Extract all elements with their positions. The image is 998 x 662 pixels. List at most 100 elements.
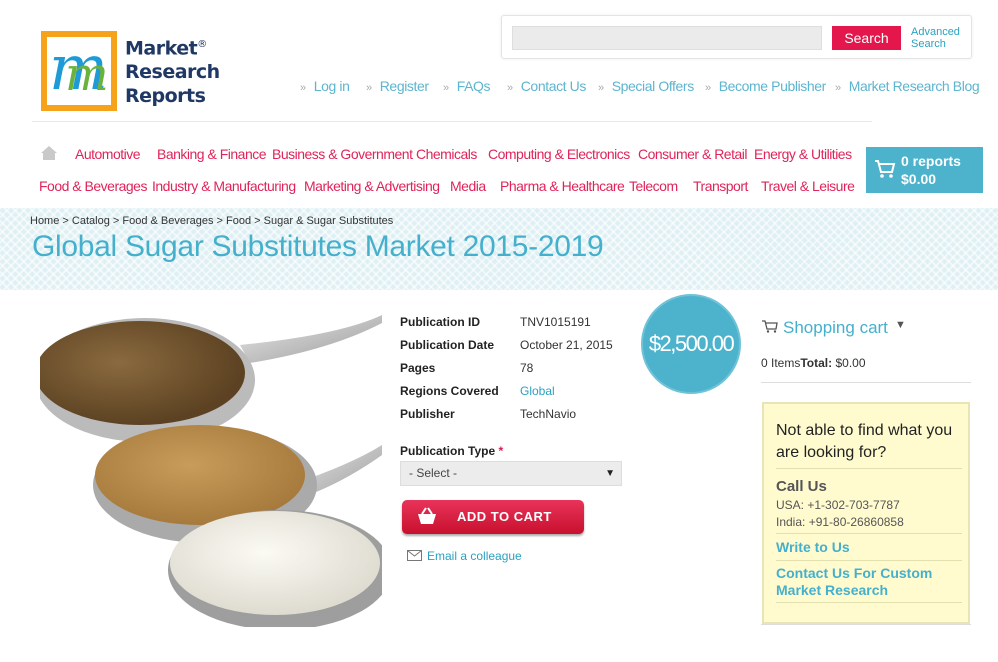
cart-icon [762, 320, 778, 333]
add-to-cart-label: ADD TO CART [457, 509, 552, 524]
sidebar-divider [761, 624, 971, 625]
breadcrumb-sep: > [109, 215, 123, 227]
required-mark: * [498, 444, 504, 458]
logo-line1: Market [125, 37, 198, 60]
detail-value: TNV1015191 [520, 315, 591, 329]
items-count: 0 Items [761, 356, 801, 370]
help-divider [776, 560, 962, 561]
logo-wordmark: Market® Research Reports [125, 33, 220, 108]
breadcrumb-sep: > [59, 215, 72, 227]
publication-type-select[interactable]: - Select - ▼ [400, 461, 622, 486]
faqs-link[interactable]: FAQs [443, 78, 491, 94]
custom-research-link[interactable]: Contact Us For Custom Market Research [776, 565, 966, 599]
nav-automotive[interactable]: Automotive [75, 146, 141, 162]
help-divider [776, 468, 962, 469]
write-to-us-link[interactable]: Write to Us [776, 539, 966, 556]
nav-banking-finance[interactable]: Banking & Finance [157, 146, 267, 162]
cart-icon [875, 160, 896, 178]
shopping-cart-title: Shopping cart [783, 318, 888, 337]
nav-pharma-healthcare[interactable]: Pharma & Healthcare [500, 178, 625, 194]
special-offers-link[interactable]: Special Offers [598, 78, 694, 94]
breadcrumb-sep: > [251, 215, 264, 227]
logo-letter-overlay: m [65, 47, 109, 101]
breadcrumb: Home > Catalog > Food & Beverages > Food… [30, 215, 393, 227]
blog-link[interactable]: Market Research Blog [835, 78, 980, 94]
advanced-search-link[interactable]: Advanced Search [911, 26, 971, 50]
region-link[interactable]: Global [520, 384, 555, 398]
nav-computing-electronics[interactable]: Computing & Electronics [488, 146, 630, 162]
publication-details: Publication ID TNV1015191 Publication Da… [400, 315, 640, 430]
nav-marketing-advertising[interactable]: Marketing & Advertising [304, 178, 440, 194]
detail-label: Publication Date [400, 338, 495, 352]
detail-value: October 21, 2015 [520, 338, 613, 352]
detail-value: 78 [520, 361, 534, 375]
detail-row: Publisher TechNavio [400, 407, 640, 430]
call-us-heading: Call Us [776, 478, 827, 495]
total-value: $0.00 [835, 356, 866, 370]
cart-total: $0.00 [901, 171, 937, 187]
nav-business-government[interactable]: Business & Government [272, 146, 413, 162]
publication-type-text: Publication Type [400, 444, 496, 458]
registered-mark: ® [197, 39, 207, 50]
header-divider [32, 121, 872, 122]
nav-food-beverages[interactable]: Food & Beverages [39, 178, 147, 194]
basket-icon [418, 507, 436, 524]
breadcrumb-catalog[interactable]: Catalog [72, 215, 110, 227]
detail-label: Pages [400, 361, 436, 375]
advanced-search-line2: Search [911, 38, 946, 50]
register-link[interactable]: Register [366, 78, 429, 94]
breadcrumb-sep: > [213, 215, 227, 227]
detail-row: Pages 78 [400, 361, 640, 384]
nav-transport[interactable]: Transport [693, 178, 748, 194]
nav-energy-utilities[interactable]: Energy & Utilities [754, 146, 852, 162]
product-image [40, 315, 382, 627]
category-nav: Automotive Banking & Finance Business & … [30, 140, 870, 200]
email-colleague-link[interactable]: Email a colleague [407, 549, 522, 563]
add-to-cart-button[interactable]: ADD TO CART [402, 500, 584, 534]
help-divider [776, 602, 962, 603]
cart-count: 0 reports [901, 153, 961, 169]
email-colleague-label: Email a colleague [427, 549, 522, 563]
cart-summary: 0 ItemsTotal: $0.00 [761, 356, 866, 370]
envelope-icon [407, 550, 422, 561]
advanced-search-line1: Advanced [911, 26, 960, 38]
phone-india: India: +91-80-26860858 [776, 515, 904, 529]
publication-type-label: Publication Type * [400, 444, 503, 458]
breadcrumb-home[interactable]: Home [30, 215, 59, 227]
help-question: Not able to find what you are looking fo… [776, 422, 953, 461]
nav-telecom[interactable]: Telecom [629, 178, 678, 194]
become-publisher-link[interactable]: Become Publisher [705, 78, 827, 94]
nav-chemicals[interactable]: Chemicals [416, 146, 477, 162]
breadcrumb-food-beverages[interactable]: Food & Beverages [122, 215, 213, 227]
search-input[interactable] [512, 26, 822, 50]
logo-line2: Research [125, 61, 220, 84]
header-cart-button[interactable]: 0 reports $0.00 [866, 147, 983, 193]
detail-label: Regions Covered [400, 384, 499, 398]
site-logo[interactable]: m m Market® Research Reports [41, 31, 221, 113]
nav-consumer-retail[interactable]: Consumer & Retail [638, 146, 748, 162]
help-box: Not able to find what you are looking fo… [762, 402, 970, 624]
chevron-down-icon[interactable]: ▼ [895, 319, 906, 331]
page-title: Global Sugar Substitutes Market 2015-201… [32, 230, 604, 263]
detail-row: Publication ID TNV1015191 [400, 315, 640, 338]
login-link[interactable]: Log in [300, 78, 350, 94]
shopping-cart-header[interactable]: Shopping cart [762, 318, 888, 338]
contact-us-link[interactable]: Contact Us [507, 78, 587, 94]
dropdown-arrow-icon: ▼ [605, 468, 615, 479]
home-icon[interactable] [40, 145, 58, 161]
detail-row: Regions Covered Global [400, 384, 640, 407]
nav-industry-manufacturing[interactable]: Industry & Manufacturing [152, 178, 296, 194]
sidebar-divider [761, 382, 971, 383]
nav-media[interactable]: Media [450, 178, 486, 194]
nav-travel-leisure[interactable]: Travel & Leisure [761, 178, 855, 194]
search-box: Search Advanced Search [501, 15, 972, 59]
help-divider [776, 533, 962, 534]
search-button[interactable]: Search [832, 26, 901, 50]
phone-usa: USA: +1-302-703-7787 [776, 498, 900, 512]
breadcrumb-food[interactable]: Food [226, 215, 251, 227]
top-links: Log in Register FAQs Contact Us Special … [300, 78, 980, 96]
detail-label: Publication ID [400, 315, 481, 329]
detail-label: Publisher [400, 407, 455, 421]
detail-value: TechNavio [520, 407, 577, 421]
detail-row: Publication Date October 21, 2015 [400, 338, 640, 361]
